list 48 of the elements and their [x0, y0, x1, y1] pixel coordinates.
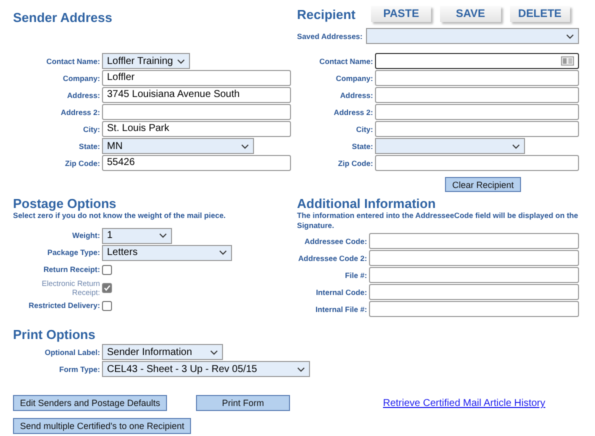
chevron-icon [566, 34, 574, 38]
toolbar-button[interactable]: SAVE [440, 6, 501, 22]
text-field[interactable] [369, 301, 579, 317]
text-field[interactable] [375, 87, 579, 103]
text-field[interactable] [369, 250, 579, 266]
dropdown[interactable]: 1 [102, 228, 172, 244]
contact-name-field[interactable] [375, 53, 579, 69]
toolbar-button[interactable]: PASTE [370, 6, 432, 22]
dropdown[interactable]: Sender Information [102, 344, 223, 360]
text-field[interactable] [375, 104, 579, 120]
dropdown[interactable] [375, 138, 525, 154]
text-field[interactable] [369, 267, 579, 283]
text-field[interactable] [369, 233, 579, 249]
history-link[interactable]: Retrieve Certified Mail Article History [383, 398, 546, 409]
chevron-icon [512, 144, 520, 148]
section-title: Additional Information [297, 196, 437, 211]
chevron-icon [241, 144, 249, 148]
text-field[interactable] [375, 155, 579, 171]
chevron-icon [219, 250, 227, 255]
toolbar-button[interactable]: DELETE [510, 6, 570, 22]
clear-recipient-button[interactable]: Clear Recipient [445, 177, 521, 192]
text-field[interactable]: 3745 Louisiana Avenue South [102, 87, 291, 103]
text-field[interactable]: 55426 [102, 155, 291, 171]
checkbox[interactable] [102, 300, 112, 310]
contact-card-icon[interactable] [561, 56, 574, 66]
checkbox[interactable] [102, 264, 112, 274]
dropdown[interactable]: MN [102, 138, 254, 154]
section-title: Postage Options [13, 196, 118, 211]
text-field[interactable] [369, 284, 579, 300]
saved-addresses-dropdown[interactable] [366, 28, 579, 44]
text-field[interactable] [375, 70, 579, 86]
text-field[interactable] [375, 121, 579, 137]
section-title: Recipient [297, 7, 357, 22]
action-button[interactable]: Print Form [196, 395, 290, 411]
text-field[interactable] [102, 104, 291, 120]
chevron-icon [176, 58, 185, 64]
text-field[interactable]: St. Louis Park [102, 121, 291, 137]
chevron-icon [297, 366, 305, 372]
chevron-icon [159, 233, 167, 238]
text-field[interactable]: Loffler [102, 70, 291, 86]
chevron-icon [210, 350, 218, 354]
section-title: Print Options [13, 327, 96, 342]
dropdown[interactable]: CEL43 - Sheet - 3 Up - Rev 05/15 [102, 361, 310, 377]
action-button[interactable]: Send multiple Certified's to one Recipient [13, 418, 192, 434]
section-title: Sender Address [13, 10, 114, 25]
dropdown[interactable]: Letters [102, 244, 232, 260]
action-button[interactable]: Edit Senders and Postage Defaults [13, 395, 168, 411]
dropdown[interactable]: Loffler Training [102, 53, 190, 69]
